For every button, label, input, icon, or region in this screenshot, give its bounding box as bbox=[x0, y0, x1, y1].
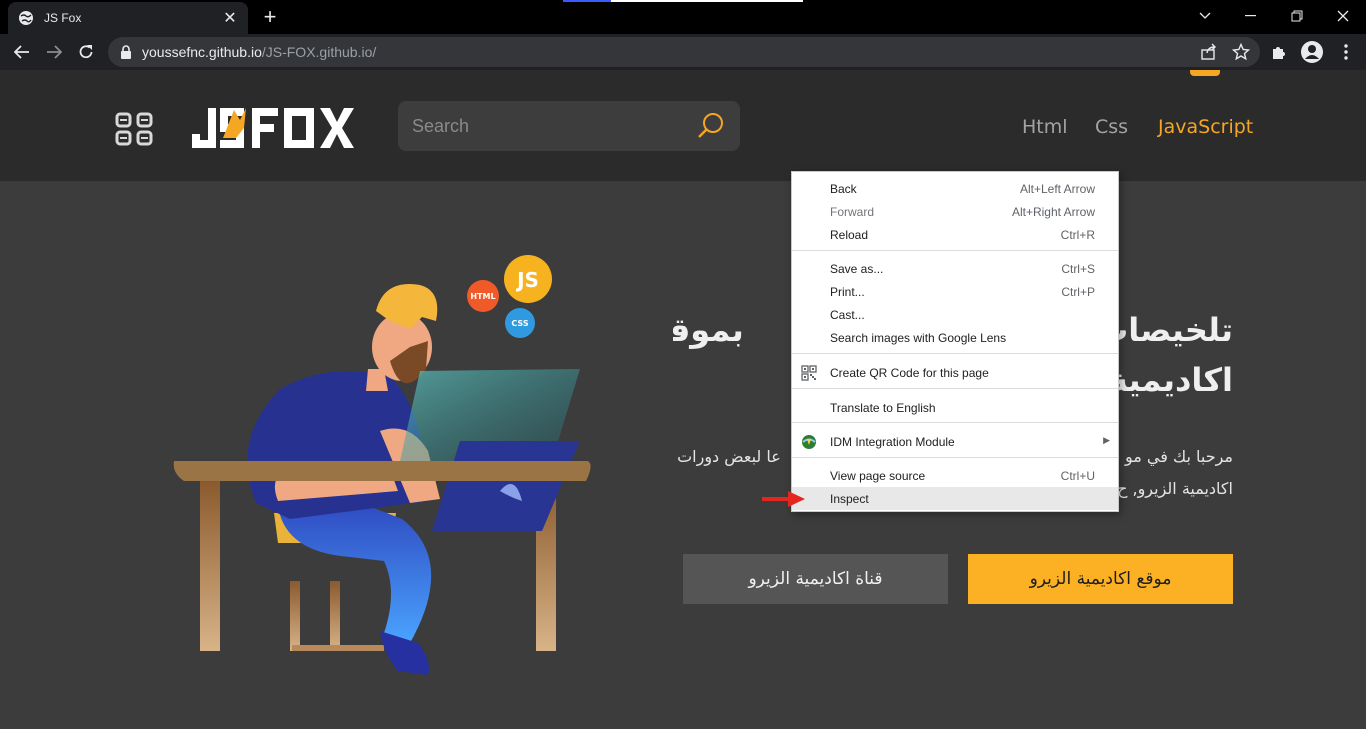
star-icon[interactable] bbox=[1232, 43, 1250, 61]
menu-item-qr-code[interactable]: Create QR Code for this page bbox=[792, 361, 1118, 384]
url-host: youssefnc.github.io bbox=[142, 44, 262, 60]
menu-item-save-as[interactable]: Save as... Ctrl+S bbox=[792, 257, 1118, 280]
menu-item-inspect[interactable]: Inspect bbox=[792, 487, 1118, 510]
channel-button[interactable]: قناة اكاديمية الزيرو bbox=[683, 554, 948, 604]
red-arrow-annotation-icon bbox=[762, 491, 805, 507]
close-icon[interactable]: ✕ bbox=[222, 8, 238, 28]
avatar-icon[interactable] bbox=[1298, 38, 1326, 66]
menu-item-translate[interactable]: Translate to English bbox=[792, 396, 1118, 419]
website-button[interactable]: موقع اكاديمية الزيرو bbox=[968, 554, 1233, 604]
minimize-icon[interactable] bbox=[1229, 0, 1273, 32]
menu-separator bbox=[792, 422, 1118, 423]
jsfox-logo[interactable] bbox=[190, 104, 365, 148]
site-header: Html Css JavaScript bbox=[0, 70, 1366, 181]
lock-icon bbox=[121, 45, 131, 59]
nav-html[interactable]: Html bbox=[1022, 116, 1068, 138]
top-indicator bbox=[563, 0, 803, 2]
accent-tab bbox=[1190, 70, 1220, 76]
menu-item-forward[interactable]: Forward Alt+Right Arrow bbox=[792, 200, 1118, 223]
window-close-icon[interactable] bbox=[1321, 0, 1365, 32]
hero-text-part-2: عا لبعض دورات bbox=[677, 447, 781, 466]
menu-item-cast[interactable]: Cast... bbox=[792, 303, 1118, 326]
qr-code-icon bbox=[801, 365, 817, 381]
menu-item-print[interactable]: Print... Ctrl+P bbox=[792, 280, 1118, 303]
back-arrow-icon[interactable] bbox=[8, 38, 36, 66]
context-menu: Back Alt+Left Arrow Forward Alt+Right Ar… bbox=[791, 171, 1119, 512]
globe-icon bbox=[19, 11, 33, 25]
kebab-menu-icon[interactable] bbox=[1332, 38, 1360, 66]
grid-menu-icon[interactable] bbox=[115, 112, 153, 146]
menu-item-back[interactable]: Back Alt+Left Arrow bbox=[792, 177, 1118, 200]
hero-text-part-1: مرحبا بك في مو bbox=[1124, 447, 1233, 466]
menu-item-idm[interactable]: IDM Integration Module ▶ bbox=[792, 430, 1118, 453]
tab-strip: JS Fox ✕ + bbox=[0, 0, 1366, 34]
menu-separator bbox=[792, 353, 1118, 354]
badge-css: CSS bbox=[511, 319, 528, 328]
address-bar[interactable]: youssefnc.github.io/JS-FOX.github.io/ bbox=[108, 37, 1260, 67]
puzzle-icon[interactable] bbox=[1265, 38, 1293, 66]
hero-title-word-2: بموقع bbox=[673, 311, 744, 349]
search-input[interactable] bbox=[412, 115, 696, 137]
menu-item-google-lens[interactable]: Search images with Google Lens bbox=[792, 326, 1118, 349]
restore-icon[interactable] bbox=[1275, 0, 1319, 32]
tab-title: JS Fox bbox=[44, 11, 82, 25]
menu-separator bbox=[792, 250, 1118, 251]
idm-icon bbox=[802, 435, 816, 449]
submenu-arrow-icon: ▶ bbox=[1103, 435, 1110, 445]
badge-js: JS bbox=[515, 268, 539, 292]
browser-toolbar: youssefnc.github.io/JS-FOX.github.io/ bbox=[0, 34, 1366, 70]
badge-html: HTML bbox=[470, 292, 495, 301]
browser-tab[interactable]: JS Fox ✕ bbox=[8, 2, 248, 34]
share-icon[interactable] bbox=[1200, 43, 1218, 61]
search-icon[interactable] bbox=[696, 111, 726, 141]
url-path: /JS-FOX.github.io/ bbox=[261, 44, 377, 60]
reload-icon[interactable] bbox=[72, 38, 100, 66]
nav-css[interactable]: Css bbox=[1095, 116, 1128, 138]
nav-javascript[interactable]: JavaScript bbox=[1158, 116, 1253, 138]
search-box[interactable] bbox=[398, 101, 740, 151]
menu-separator bbox=[792, 457, 1118, 458]
developer-illustration: JS HTML CSS bbox=[173, 255, 591, 675]
menu-separator bbox=[792, 388, 1118, 389]
hero-section: JS HTML CSS تلخيصات بموقع اكاديمية مرحبا… bbox=[0, 181, 1366, 729]
chevron-down-icon[interactable] bbox=[1183, 0, 1227, 32]
menu-item-reload[interactable]: Reload Ctrl+R bbox=[792, 223, 1118, 246]
forward-arrow-icon[interactable] bbox=[40, 38, 68, 66]
menu-item-view-source[interactable]: View page source Ctrl+U bbox=[792, 464, 1118, 487]
plus-icon[interactable]: + bbox=[258, 4, 282, 30]
